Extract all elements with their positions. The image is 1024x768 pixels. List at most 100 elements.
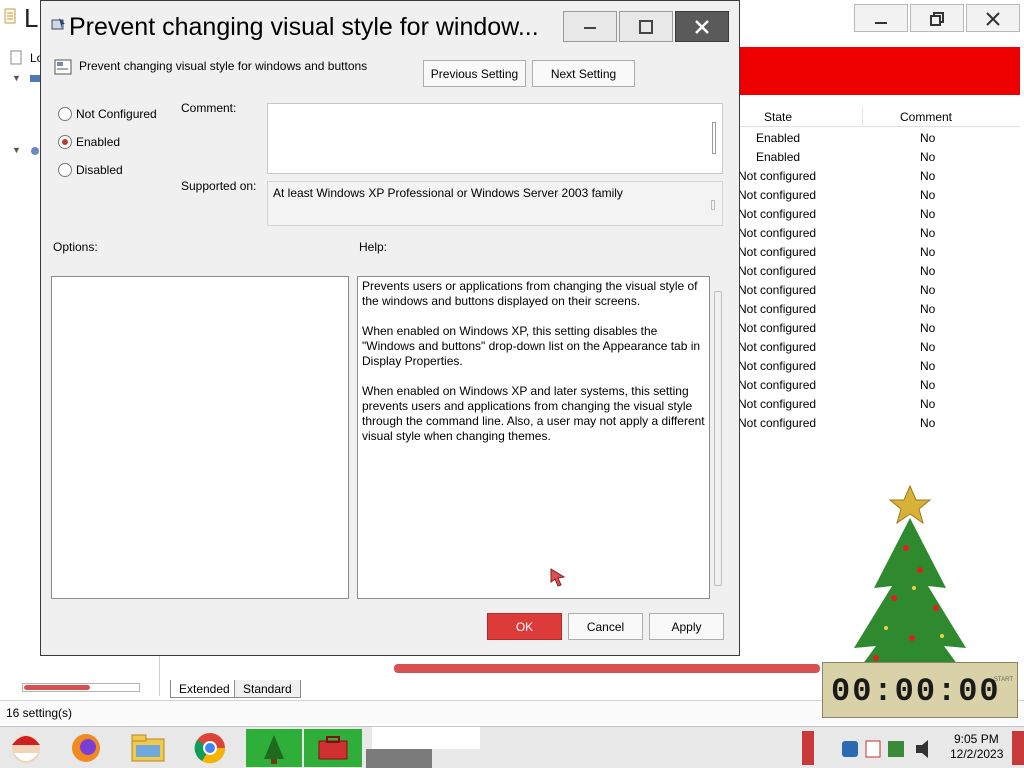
column-divider[interactable]: [862, 107, 863, 127]
options-label: Options:: [53, 240, 98, 254]
cell-comment: No: [920, 416, 936, 430]
previous-setting-button[interactable]: Previous Setting: [423, 60, 526, 87]
dialog-maximize-button[interactable]: [619, 11, 673, 42]
help-pane: Prevents users or applications from chan…: [357, 276, 710, 599]
table-row[interactable]: Not configured No: [738, 205, 1020, 224]
table-row[interactable]: Not configured No: [738, 300, 1020, 319]
toolbox-app-icon[interactable]: [304, 729, 362, 767]
clock-date[interactable]: 12/2/2023: [950, 747, 1003, 761]
minimize-icon: [875, 22, 887, 24]
cell-state: Not configured: [738, 226, 817, 240]
table-row[interactable]: Not configured No: [738, 319, 1020, 338]
table-row[interactable]: Not configured No: [738, 357, 1020, 376]
tree-horizontal-scrollbar[interactable]: [22, 683, 140, 692]
radio-label[interactable]: Not Configured: [76, 107, 157, 121]
table-row[interactable]: Not configured No: [738, 243, 1020, 262]
minimize-button[interactable]: [854, 4, 908, 32]
list-horizontal-scrollbar[interactable]: [394, 664, 820, 673]
cancel-button[interactable]: Cancel: [568, 613, 643, 640]
table-header: State Comment: [738, 107, 1020, 127]
table-row[interactable]: Not configured No: [738, 376, 1020, 395]
supported-on-value: At least Windows XP Professional or Wind…: [273, 186, 623, 200]
setting-name: Prevent changing visual style for window…: [79, 59, 368, 73]
cell-state: Not configured: [738, 416, 817, 430]
background-window-title: L: [24, 3, 39, 33]
cell-state: Enabled: [756, 150, 801, 164]
chrome-icon[interactable]: [190, 729, 230, 767]
firefox-icon[interactable]: [66, 729, 106, 767]
radio-button-selected[interactable]: [58, 135, 72, 149]
christmas-countdown-gadget[interactable]: 00:00:00 START: [822, 662, 1018, 718]
dialog-title: Prevent changing visual style for window…: [69, 13, 539, 41]
radio-label[interactable]: Disabled: [76, 163, 123, 177]
table-row[interactable]: Not configured No: [738, 186, 1020, 205]
clock-time[interactable]: 9:05 PM: [954, 732, 999, 746]
system-tray-icons[interactable]: [836, 731, 946, 767]
help-paragraph: When enabled on Windows XP, this setting…: [362, 324, 701, 368]
comment-textarea[interactable]: [267, 103, 723, 174]
supported-on-field: At least Windows XP Professional or Wind…: [267, 181, 723, 226]
table-row[interactable]: Not configured No: [738, 414, 1020, 433]
tab-extended[interactable]: Extended: [170, 680, 239, 698]
table-row[interactable]: Not configured No: [738, 167, 1020, 186]
radio-button[interactable]: [58, 163, 72, 177]
close-button[interactable]: [966, 4, 1020, 32]
cell-state: Not configured: [738, 264, 817, 278]
setting-page-icon: [54, 59, 72, 75]
cell-state: Not configured: [738, 169, 817, 183]
table-row[interactable]: Enabled No: [738, 148, 1020, 167]
expand-arrow-icon[interactable]: ▼: [12, 145, 21, 155]
table-row[interactable]: Not configured No: [738, 338, 1020, 357]
cell-comment: No: [920, 378, 936, 392]
cell-comment: No: [920, 283, 936, 297]
user-config-icon: [31, 147, 39, 155]
cell-state: Not configured: [738, 188, 817, 202]
cell-comment: No: [920, 245, 936, 259]
apply-button[interactable]: Apply: [649, 613, 724, 640]
help-scrollbar[interactable]: [714, 291, 722, 586]
christmas-tree-app-icon[interactable]: [246, 729, 302, 767]
file-explorer-icon[interactable]: [128, 729, 168, 767]
show-hidden-icons-divider[interactable]: [802, 731, 814, 765]
countdown-start-icon[interactable]: START: [994, 677, 1013, 683]
column-header-state[interactable]: State: [764, 110, 792, 124]
santa-start-icon[interactable]: [6, 729, 46, 767]
status-text: 16 setting(s): [6, 706, 73, 720]
next-setting-button[interactable]: Next Setting: [532, 60, 635, 87]
action-center-icon: [888, 741, 904, 757]
policy-setting-icon: [51, 18, 65, 30]
table-row[interactable]: Not configured No: [738, 224, 1020, 243]
taskbar-blank-slot: [372, 727, 480, 749]
expand-arrow-icon[interactable]: ▼: [12, 73, 21, 83]
table-row[interactable]: Not configured No: [738, 262, 1020, 281]
table-row[interactable]: Enabled No: [738, 129, 1020, 148]
radio-label[interactable]: Enabled: [76, 135, 120, 149]
dialog-titlebar[interactable]: Prevent changing visual style for window…: [41, 1, 739, 45]
countdown-digits-icon: 00:00:00: [831, 673, 1001, 710]
scrollbar-thumb[interactable]: [24, 685, 90, 690]
dialog-close-button[interactable]: [675, 11, 729, 42]
cell-state: Not configured: [738, 283, 817, 297]
cell-comment: No: [920, 131, 936, 145]
ok-button[interactable]: OK: [487, 613, 562, 640]
cell-comment: No: [920, 169, 936, 183]
view-tabs: Extended Standard: [164, 680, 804, 698]
cell-comment: No: [920, 359, 936, 373]
cell-state: Not configured: [738, 397, 817, 411]
table-row[interactable]: Not configured No: [738, 281, 1020, 300]
close-icon: [695, 20, 709, 34]
cell-comment: No: [920, 207, 936, 221]
restore-button[interactable]: [910, 4, 964, 32]
minimize-icon: [584, 27, 596, 29]
document-icon: [4, 8, 16, 24]
supported-scrollbar[interactable]: [711, 200, 715, 210]
tab-standard[interactable]: Standard: [234, 680, 301, 698]
column-header-comment[interactable]: Comment: [900, 110, 952, 124]
comment-label: Comment:: [181, 101, 237, 115]
cell-comment: No: [920, 226, 936, 240]
radio-button[interactable]: [58, 107, 72, 121]
table-row[interactable]: Not configured No: [738, 395, 1020, 414]
dialog-minimize-button[interactable]: [563, 11, 617, 42]
taskbar: 9:05 PM 12/2/2023: [0, 726, 1024, 768]
show-desktop-button[interactable]: [1012, 731, 1024, 765]
